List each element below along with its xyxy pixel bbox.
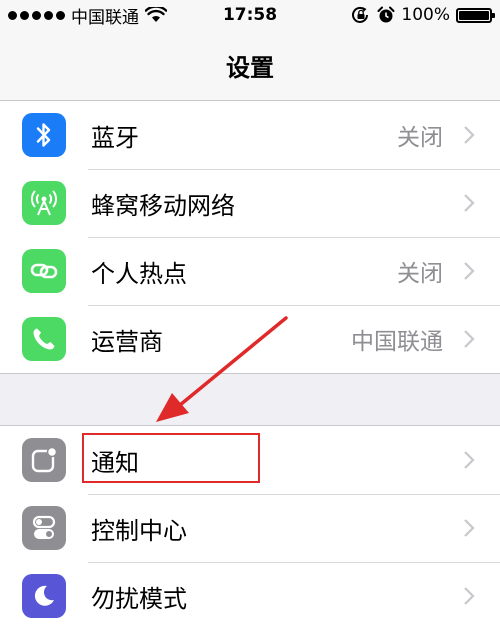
settings-row-label: 蜂窝移动网络 — [91, 191, 235, 220]
battery-icon — [456, 7, 495, 23]
chevron-right-icon — [464, 126, 475, 144]
settings-row-carrier[interactable]: 运营商 中国联通 — [0, 305, 500, 373]
settings-row-do-not-disturb[interactable]: 勿扰模式 — [0, 562, 500, 630]
chevron-right-icon — [464, 330, 475, 348]
settings-row-label: 勿扰模式 — [91, 584, 187, 613]
wifi-icon — [145, 7, 167, 22]
battery-percent: 100% — [401, 5, 450, 25]
settings-row-value: 关闭 — [397, 125, 443, 151]
settings-row-bluetooth[interactable]: 蓝牙 关闭 — [0, 101, 500, 169]
control-center-icon — [22, 506, 66, 550]
chevron-right-icon — [464, 451, 475, 469]
highlight-box — [82, 433, 260, 483]
moon-icon — [22, 574, 66, 618]
settings-row-value: 中国联通 — [351, 329, 443, 355]
alarm-icon — [377, 6, 395, 23]
status-bar: 中国联通 17:58 100% — [0, 0, 500, 30]
settings-group-connectivity: 蓝牙 关闭 蜂窝移动网络 个人热点 关闭 运营商 中国联通 — [0, 101, 500, 374]
settings-row-label: 控制中心 — [91, 516, 187, 545]
cellular-icon — [22, 181, 66, 225]
hotspot-icon — [22, 249, 66, 293]
signal-dots-icon — [8, 10, 65, 20]
chevron-right-icon — [464, 519, 475, 537]
phone-icon — [22, 317, 66, 361]
bluetooth-icon — [22, 113, 66, 157]
settings-row-label: 蓝牙 — [91, 123, 139, 152]
chevron-right-icon — [464, 262, 475, 280]
settings-row-cellular[interactable]: 蜂窝移动网络 — [0, 169, 500, 237]
notifications-icon — [22, 438, 66, 482]
settings-row-label: 运营商 — [91, 327, 163, 356]
settings-row-control-center[interactable]: 控制中心 — [0, 494, 500, 562]
carrier-label: 中国联通 — [71, 7, 139, 28]
rotation-lock-icon — [352, 6, 369, 23]
settings-row-hotspot[interactable]: 个人热点 关闭 — [0, 237, 500, 305]
nav-bar: 设置 — [0, 30, 500, 101]
chevron-right-icon — [464, 587, 475, 605]
settings-row-value: 关闭 — [397, 261, 443, 287]
chevron-right-icon — [464, 194, 475, 212]
settings-row-label: 个人热点 — [91, 259, 187, 288]
page-title: 设置 — [226, 53, 274, 82]
